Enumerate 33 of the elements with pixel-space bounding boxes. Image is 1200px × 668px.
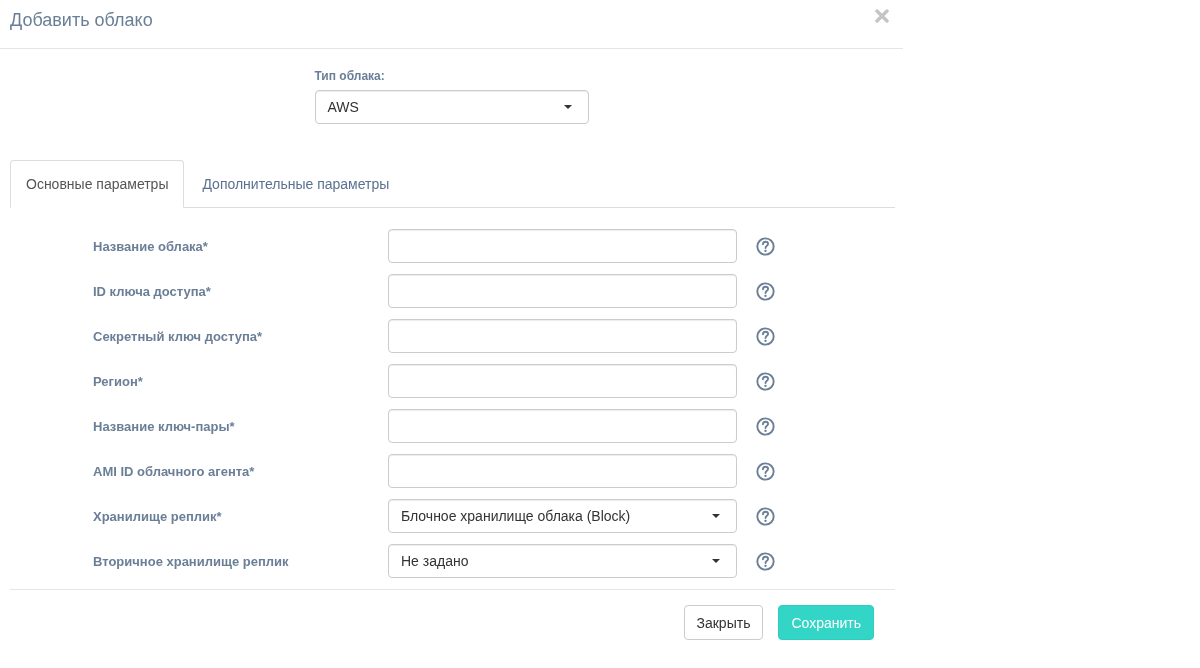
caret-icon <box>563 105 572 109</box>
help-icon[interactable] <box>756 281 775 301</box>
cloud-type-label: Тип облака: <box>314 68 386 85</box>
help-icon[interactable] <box>756 371 775 391</box>
field-label: Секретный ключ доступа* <box>93 328 264 344</box>
field-label: Хранилище реплик* <box>93 508 223 524</box>
field-label: Вторичное хранилище реплик <box>93 553 290 569</box>
caret-icon <box>712 559 720 563</box>
help-icon[interactable] <box>756 326 775 346</box>
cloud-type-select[interactable]: AWS <box>314 90 589 124</box>
field-label: Регион* <box>93 373 144 389</box>
help-icon[interactable] <box>756 416 775 436</box>
field-label: ID ключа доступа* <box>93 283 212 299</box>
help-icon[interactable] <box>756 551 775 571</box>
close-button[interactable]: Закрыть <box>683 605 764 640</box>
select-field[interactable]: Не задано <box>388 544 737 578</box>
select-field[interactable]: Блочное хранилище облака (Block) <box>388 499 737 533</box>
field-label: Название облака* <box>93 238 209 254</box>
help-icon[interactable] <box>756 461 775 481</box>
caret-icon <box>712 514 720 518</box>
input-field[interactable] <box>388 454 737 488</box>
input-field[interactable] <box>388 274 737 308</box>
input-field[interactable] <box>388 319 737 353</box>
help-icon[interactable] <box>756 236 775 256</box>
input-field[interactable] <box>388 409 737 443</box>
help-icon[interactable] <box>756 506 775 526</box>
input-field[interactable] <box>388 364 737 398</box>
tab[interactable]: Основные параметры <box>10 160 185 208</box>
input-field[interactable] <box>388 229 737 263</box>
field-label: Название ключ-пары* <box>93 418 236 434</box>
dialog-title: Добавить облако <box>10 9 153 31</box>
tab[interactable]: Дополнительные параметры <box>186 160 406 208</box>
field-label: AMI ID облачного агента* <box>93 463 256 479</box>
